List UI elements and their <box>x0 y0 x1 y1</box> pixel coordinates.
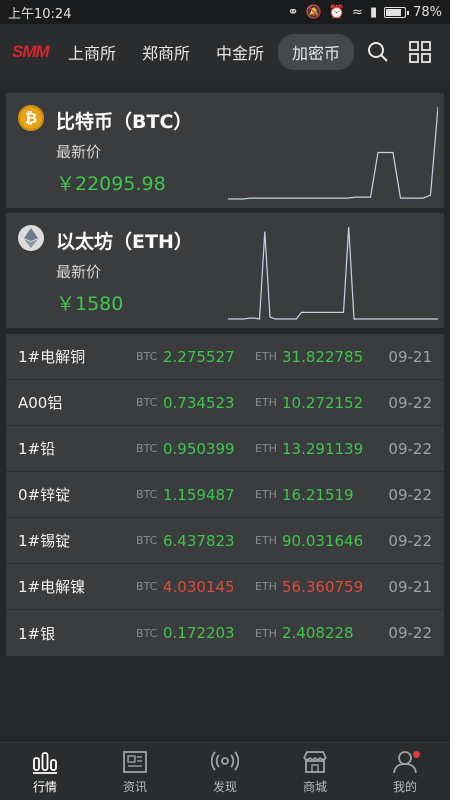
tab-shfe[interactable]: 上商所 <box>68 34 128 70</box>
table-row[interactable]: A00铝 BTC 0.734523 ETH 10.272152 09-22 <box>6 380 444 426</box>
battery-icon <box>384 6 410 18</box>
eth-tag: ETH <box>255 626 277 640</box>
eth-tag: ETH <box>255 350 277 363</box>
smm-logo: SMM <box>12 42 50 61</box>
grid-icon[interactable] <box>408 40 432 64</box>
alarm-icon: ⏰ <box>328 4 346 20</box>
search-icon[interactable] <box>366 40 390 64</box>
mute-icon: 🔕 <box>305 4 322 20</box>
eth-value: 16.21519 <box>282 485 354 504</box>
coin-card-btc[interactable]: ₿ 比特币（BTC） 最新价 ￥22095.98 <box>6 93 444 208</box>
date: 09-22 <box>388 531 432 550</box>
sparkline-path <box>228 106 438 200</box>
btc-sparkline <box>228 106 438 200</box>
bottom-tab-me[interactable]: 我的 <box>360 743 450 800</box>
table-row[interactable]: 1#银 BTC 0.172203 ETH 2.408228 09-22 <box>6 610 444 656</box>
eth-value: 10.272152 <box>282 393 364 412</box>
btc-value: 2.275527 <box>163 347 235 366</box>
bottom-tab-news[interactable]: 资讯 <box>90 743 180 800</box>
battery-percent: 78% <box>413 4 442 20</box>
date: 09-22 <box>388 393 432 412</box>
table-row[interactable]: 0#锌锭 BTC 1.159487 ETH 16.21519 09-22 <box>6 472 444 518</box>
eth-value: 13.291139 <box>282 439 364 458</box>
eth-value: 56.360759 <box>282 577 364 596</box>
status-bar: 上午10:24 ⚭ 🔕 ⏰ ≈ ▮ 78% <box>0 0 450 24</box>
btc-value: 0.950399 <box>163 439 235 458</box>
date: 09-22 <box>388 485 432 504</box>
metal-price-table: 1#电解铜 BTC 2.275527 ETH 31.822785 09-21 A… <box>6 334 444 656</box>
btc-tag: BTC <box>136 626 158 640</box>
bottom-tab-discover[interactable]: 发现 <box>180 743 270 800</box>
eth-sparkline <box>228 226 438 320</box>
tab-cffex[interactable]: 中金所 <box>204 34 276 70</box>
date: 09-22 <box>388 439 432 458</box>
coin-price: ￥22095.98 <box>56 173 166 195</box>
metal-name: 1#银 <box>18 624 56 643</box>
eth-value: 2.408228 <box>282 624 354 642</box>
metal-name: 0#锌锭 <box>18 486 71 504</box>
bottom-tab-label: 行情 <box>32 780 57 794</box>
broadcast-icon <box>211 748 239 776</box>
btc-tag: BTC <box>136 396 158 409</box>
exchange-tabs: 上商所 郑商所 中金所 加密币 <box>68 34 366 70</box>
eth-tag: ETH <box>255 534 277 547</box>
latest-price-label: 最新价 <box>56 143 102 161</box>
bottom-tab-store[interactable]: 商城 <box>270 743 360 800</box>
headphones-icon: ⚭ <box>287 4 299 20</box>
btc-value: 0.734523 <box>163 393 235 412</box>
coin-name: 以太坊（ETH） <box>56 231 193 253</box>
status-time: 上午10:24 <box>8 6 72 22</box>
eth-tag: ETH <box>255 396 277 409</box>
eth-value: 90.031646 <box>282 531 364 550</box>
table-row[interactable]: 1#电解镍 BTC 4.030145 ETH 56.360759 09-21 <box>6 564 444 610</box>
btc-tag: BTC <box>136 580 158 593</box>
btc-tag: BTC <box>136 488 158 501</box>
btc-value: 0.172203 <box>163 624 235 642</box>
eth-tag: ETH <box>255 580 277 593</box>
sparkline-path <box>228 226 438 320</box>
table-row[interactable]: 1#铅 BTC 0.950399 ETH 13.291139 09-22 <box>6 426 444 472</box>
metal-name: 1#锡锭 <box>18 532 71 550</box>
eth-tag: ETH <box>255 488 277 501</box>
wifi-icon: ≈ <box>352 4 363 20</box>
coin-card-eth[interactable]: 以太坊（ETH） 最新价 ￥1580 <box>6 213 444 328</box>
date: 09-21 <box>388 577 432 596</box>
table-row[interactable]: 1#锡锭 BTC 6.437823 ETH 90.031646 09-22 <box>6 518 444 564</box>
bitcoin-icon: ₿ <box>18 105 44 131</box>
bottom-tab-label: 我的 <box>392 780 417 794</box>
notification-dot <box>413 751 420 758</box>
ethereum-icon <box>18 225 44 251</box>
bottom-tab-market[interactable]: 行情 <box>0 743 90 800</box>
table-row[interactable]: 1#电解铜 BTC 2.275527 ETH 31.822785 09-21 <box>6 334 444 380</box>
chart-bars-icon <box>31 748 59 776</box>
date: 09-22 <box>388 624 432 642</box>
top-nav: SMM 上商所 郑商所 中金所 加密币 <box>0 24 450 80</box>
signal-icon: ▮ <box>369 4 378 20</box>
eth-tag: ETH <box>255 442 277 455</box>
bottom-tab-label: 商城 <box>302 780 327 794</box>
btc-tag: BTC <box>136 534 158 547</box>
btc-value: 4.030145 <box>163 577 235 596</box>
eth-value: 31.822785 <box>282 347 364 366</box>
metal-name: 1#铅 <box>18 440 56 458</box>
btc-value: 6.437823 <box>163 531 235 550</box>
metal-name: A00铝 <box>18 394 63 412</box>
date: 09-21 <box>388 347 432 366</box>
bottom-tab-label: 资讯 <box>122 780 147 794</box>
coin-name: 比特币（BTC） <box>56 111 193 133</box>
btc-value: 1.159487 <box>163 485 235 504</box>
coin-price: ￥1580 <box>56 293 124 315</box>
btc-tag: BTC <box>136 442 158 455</box>
metal-name: 1#电解镍 <box>18 578 86 596</box>
bottom-tab-label: 发现 <box>212 780 237 794</box>
btc-tag: BTC <box>136 350 158 363</box>
tab-czce[interactable]: 郑商所 <box>130 34 202 70</box>
newspaper-icon <box>121 748 149 776</box>
latest-price-label: 最新价 <box>56 263 102 281</box>
store-icon <box>301 748 329 776</box>
metal-name: 1#电解铜 <box>18 348 86 366</box>
bottom-nav: 行情 资讯 发现 商城 我的 <box>0 742 450 800</box>
tab-crypto[interactable]: 加密币 <box>278 34 355 70</box>
